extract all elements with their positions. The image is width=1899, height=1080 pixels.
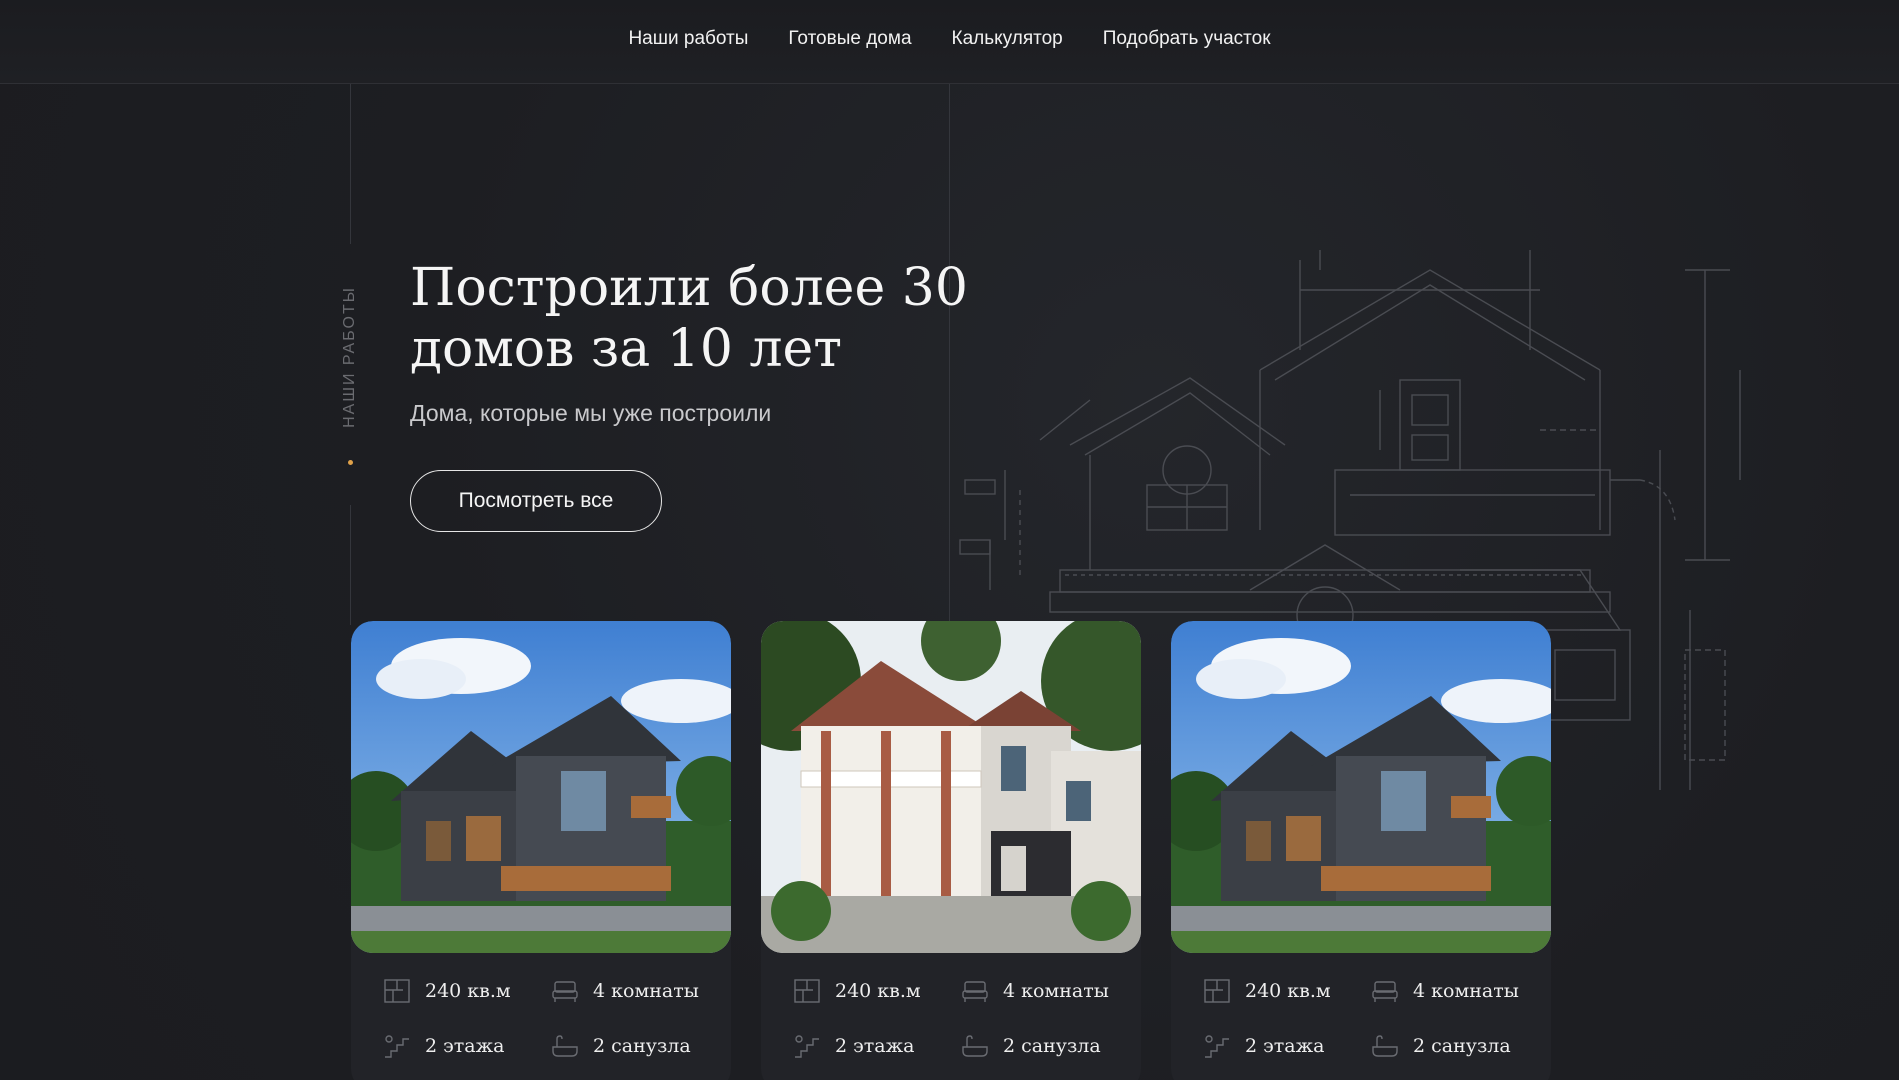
house-card-2[interactable]: 240 кв.м 4 комнаты 2 этажа 2 санузла xyxy=(761,621,1141,1080)
hero-subtitle: Дома, которые мы уже построили xyxy=(410,400,772,426)
section-side-label-text: НАШИ РАБОТЫ xyxy=(341,286,358,428)
spec-baths: 2 санузла xyxy=(1371,1033,1511,1059)
floor-plan-icon xyxy=(794,979,820,1003)
section-indicator-dot xyxy=(348,460,353,465)
spec-baths: 2 санузла xyxy=(551,1033,691,1059)
bathtub-icon xyxy=(552,1035,578,1057)
bathtub-icon xyxy=(962,1035,988,1057)
spec-baths: 2 санузла xyxy=(961,1033,1101,1059)
spec-floors: 2 этажа xyxy=(1203,1033,1324,1059)
stairs-icon xyxy=(1205,1035,1229,1058)
bed-icon xyxy=(552,981,578,1002)
nav-item-calculator[interactable]: Калькулятор xyxy=(952,28,1063,50)
nav-item-ready-houses[interactable]: Готовые дома xyxy=(788,28,911,50)
house-photo-3[interactable] xyxy=(1171,621,1551,953)
house-card-3[interactable]: 240 кв.м 4 комнаты 2 этажа 2 санузла xyxy=(1171,621,1551,1080)
page: Наши работы Готовые дома Калькулятор Под… xyxy=(0,0,1899,1080)
house-card-1[interactable]: 240 кв.м 4 комнаты 2 этажа 2 санузла xyxy=(351,621,731,1080)
spec-area: 240 кв.м xyxy=(383,978,511,1004)
spec-floors: 2 этажа xyxy=(383,1033,504,1059)
main-nav: Наши работы Готовые дома Калькулятор Под… xyxy=(0,28,1899,50)
house-photo-1[interactable] xyxy=(351,621,731,953)
view-all-button[interactable]: Посмотреть все xyxy=(410,470,662,532)
stairs-icon xyxy=(795,1035,819,1058)
spec-rooms: 4 комнаты xyxy=(961,978,1109,1004)
spec-rooms: 4 комнаты xyxy=(551,978,699,1004)
spec-area: 240 кв.м xyxy=(793,978,921,1004)
bathtub-icon xyxy=(1372,1035,1398,1057)
floor-plan-icon xyxy=(384,979,410,1003)
top-bar: Наши работы Готовые дома Калькулятор Под… xyxy=(0,0,1899,84)
section-side-label: НАШИ РАБОТЫ xyxy=(338,272,362,442)
house-photo-2[interactable] xyxy=(761,621,1141,953)
bed-icon xyxy=(1372,981,1398,1002)
guide-line-left-top xyxy=(350,84,351,244)
spec-floors: 2 этажа xyxy=(793,1033,914,1059)
bed-icon xyxy=(962,981,988,1002)
stairs-icon xyxy=(385,1035,409,1058)
spec-rooms: 4 комнаты xyxy=(1371,978,1519,1004)
nav-item-our-works[interactable]: Наши работы xyxy=(628,28,748,50)
floor-plan-icon xyxy=(1204,979,1230,1003)
hero-title: Построили более 30 домов за 10 лет xyxy=(410,258,968,379)
guide-line-left-bottom xyxy=(350,505,351,625)
nav-item-find-plot[interactable]: Подобрать участок xyxy=(1103,28,1271,50)
spec-area: 240 кв.м xyxy=(1203,978,1331,1004)
